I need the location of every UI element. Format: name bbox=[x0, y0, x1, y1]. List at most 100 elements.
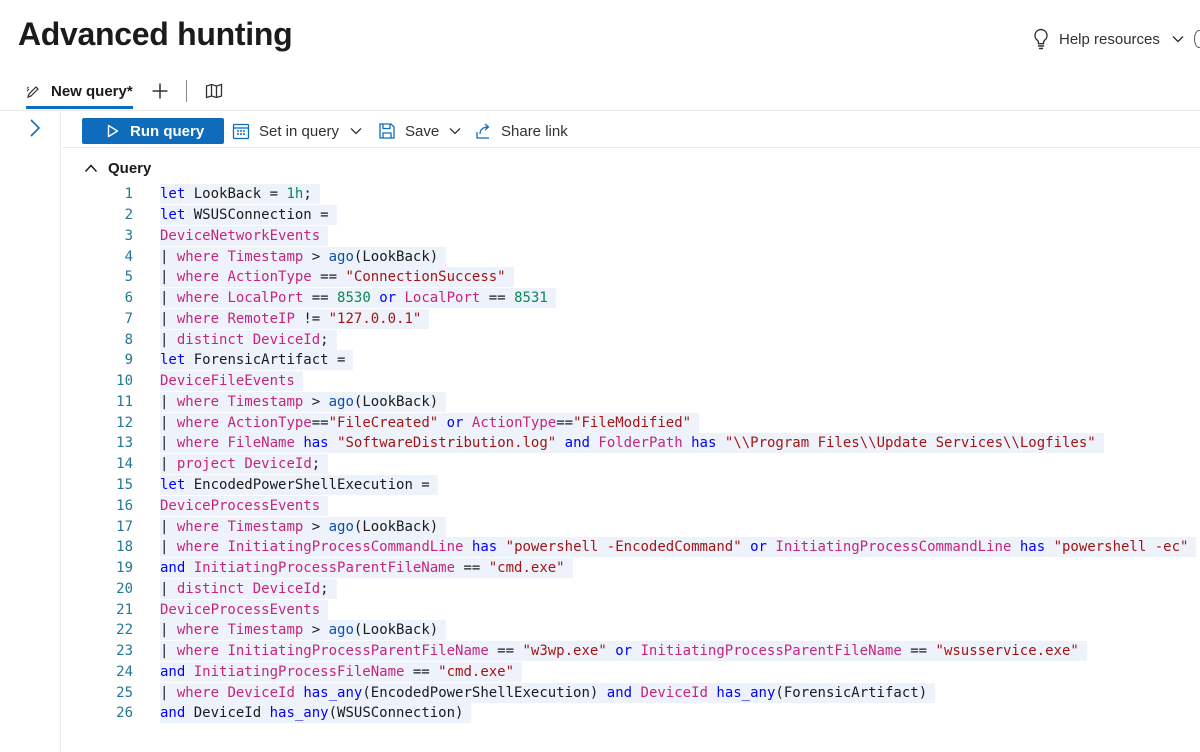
code-token: ago bbox=[328, 622, 354, 639]
code-token: | bbox=[160, 435, 177, 452]
code-line[interactable]: 13 | where FileName has "SoftwareDistribu… bbox=[62, 433, 1200, 454]
code-token: LocalPort bbox=[404, 290, 481, 307]
set-in-query-button[interactable]: Set in query bbox=[232, 120, 362, 142]
code-text: | distinct DeviceId; bbox=[160, 329, 337, 350]
code-line[interactable]: 11 | where Timestamp > ago (LookBack) bbox=[62, 391, 1200, 413]
code-text: | where Timestamp > ago (LookBack) bbox=[160, 391, 447, 412]
code-line[interactable]: 10 DeviceFileEvents bbox=[62, 371, 1200, 392]
code-token: "FileModified" bbox=[573, 414, 692, 431]
code-line[interactable]: 1 let LookBack = 1h; bbox=[62, 184, 1200, 205]
code-token: == bbox=[311, 414, 329, 431]
tab-new-query[interactable]: New query* bbox=[26, 76, 135, 107]
code-token: or bbox=[615, 643, 633, 660]
page-title: Advanced hunting bbox=[18, 16, 293, 52]
code-token: ago bbox=[328, 518, 354, 535]
run-query-button[interactable]: Run query bbox=[82, 118, 224, 144]
code-token: 8530 bbox=[337, 290, 371, 307]
code-token: ago bbox=[328, 248, 354, 265]
chevron-down-icon bbox=[1172, 36, 1184, 43]
query-editor[interactable]: 1 let LookBack = 1h; 2 let WSUSConnection =… bbox=[62, 184, 1200, 736]
code-text: let EncodedPowerShellExecution = bbox=[160, 475, 438, 495]
help-resources-button[interactable]: Help resources bbox=[1032, 28, 1184, 50]
code-line[interactable]: 25 | where DeviceId has_any (EncodedPowerS… bbox=[62, 682, 1200, 703]
code-token: distinct bbox=[176, 331, 245, 348]
code-text: | where Timestamp > ago (LookBack) bbox=[160, 516, 447, 537]
code-line[interactable]: 16 DeviceProcessEvents bbox=[62, 495, 1200, 516]
code-text: | where LocalPort == 8530 or LocalPort =… bbox=[160, 288, 556, 309]
code-text: | where ActionType == "FileCreated" or Act… bbox=[160, 412, 700, 433]
code-token: where bbox=[176, 290, 220, 307]
code-token: == bbox=[311, 269, 346, 286]
code-text: let LookBack = 1h; bbox=[160, 184, 320, 205]
code-line[interactable]: 8 | distinct DeviceId; bbox=[62, 329, 1200, 350]
overflow-icon-partial[interactable] bbox=[1194, 30, 1200, 48]
code-line[interactable]: 21 DeviceProcessEvents bbox=[62, 599, 1200, 620]
code-line[interactable]: 23 | where InitiatingProcessParentFileNam… bbox=[62, 641, 1200, 662]
code-line[interactable]: 19 and InitiatingProcessParentFileName ==… bbox=[62, 558, 1200, 579]
code-token: "w3wp.exe" bbox=[522, 643, 607, 660]
code-token: InitiatingProcessParentFileName bbox=[227, 643, 489, 660]
code-token: Timestamp bbox=[227, 393, 304, 410]
code-line[interactable]: 3 DeviceNetworkEvents bbox=[62, 225, 1200, 247]
code-line[interactable]: 18 | where InitiatingProcessCommandLine h… bbox=[62, 537, 1200, 558]
code-token: InitiatingProcessCommandLine bbox=[227, 539, 464, 556]
code-token: "ConnectionSuccess" bbox=[345, 269, 506, 286]
code-token: where bbox=[176, 248, 220, 265]
code-line[interactable]: 14 | project DeviceId; bbox=[62, 454, 1200, 475]
code-token: | bbox=[160, 331, 177, 348]
code-token: where bbox=[176, 643, 220, 660]
code-token: where bbox=[176, 269, 220, 286]
code-line[interactable]: 22 | where Timestamp > ago (LookBack) bbox=[62, 620, 1200, 641]
line-number: 18 bbox=[116, 539, 133, 556]
query-toolbar: Run query Set in query Save Share link bbox=[62, 112, 1200, 148]
line-number: 13 bbox=[116, 435, 133, 452]
plus-icon[interactable] bbox=[151, 82, 169, 100]
chevron-down-icon bbox=[350, 128, 362, 135]
code-token: == bbox=[901, 643, 936, 660]
code-token: (LookBack) bbox=[353, 248, 439, 265]
code-line[interactable]: 7 | where RemoteIP != "127.0.0.1" bbox=[62, 308, 1200, 330]
query-section-toggle[interactable]: Query bbox=[84, 158, 151, 178]
code-line[interactable]: 15 let EncodedPowerShellExecution = bbox=[62, 475, 1200, 496]
code-token: project bbox=[176, 456, 236, 473]
code-token: where bbox=[176, 684, 220, 701]
code-token: has_any bbox=[303, 684, 363, 701]
code-line[interactable]: 9 let ForensicArtifact = bbox=[62, 350, 1200, 371]
code-line[interactable]: 2 let WSUSConnection = bbox=[62, 205, 1200, 226]
code-line[interactable]: 5 | where ActionType == "ConnectionSucces… bbox=[62, 267, 1200, 288]
chevron-right-icon[interactable] bbox=[28, 118, 42, 138]
code-token: let bbox=[160, 207, 186, 224]
code-text: and DeviceId has_any (WSUSConnection) bbox=[160, 703, 472, 724]
line-number: 17 bbox=[116, 518, 133, 535]
code-token: 1h bbox=[286, 186, 304, 203]
help-resources-label: Help resources bbox=[1059, 30, 1160, 48]
code-line[interactable]: 26 and DeviceId has_any (WSUSConnection) bbox=[62, 703, 1200, 724]
code-line[interactable]: 24 and InitiatingProcessFileName == "cmd.… bbox=[62, 661, 1200, 682]
code-token: ActionType bbox=[227, 269, 312, 286]
code-line[interactable]: 20 | distinct DeviceId; bbox=[62, 578, 1200, 599]
code-token: has_any bbox=[269, 705, 329, 722]
code-line[interactable]: 12 | where ActionType == "FileCreated" or A… bbox=[62, 412, 1200, 433]
code-token: InitiatingProcessCommandLine bbox=[775, 539, 1012, 556]
code-token: where bbox=[176, 310, 220, 327]
share-link-button[interactable]: Share link bbox=[474, 120, 568, 142]
code-line[interactable]: 6 | where LocalPort == 8530 or LocalPort … bbox=[62, 288, 1200, 309]
code-token: DeviceProcessEvents bbox=[160, 601, 321, 618]
book-map-icon[interactable] bbox=[205, 83, 223, 99]
code-line[interactable]: 17 | where Timestamp > ago (LookBack) bbox=[62, 516, 1200, 537]
code-text: | where Timestamp > ago (LookBack) bbox=[160, 620, 447, 641]
save-button[interactable]: Save bbox=[378, 120, 461, 142]
code-line[interactable]: 4 | where Timestamp > ago (LookBack) bbox=[62, 246, 1200, 267]
